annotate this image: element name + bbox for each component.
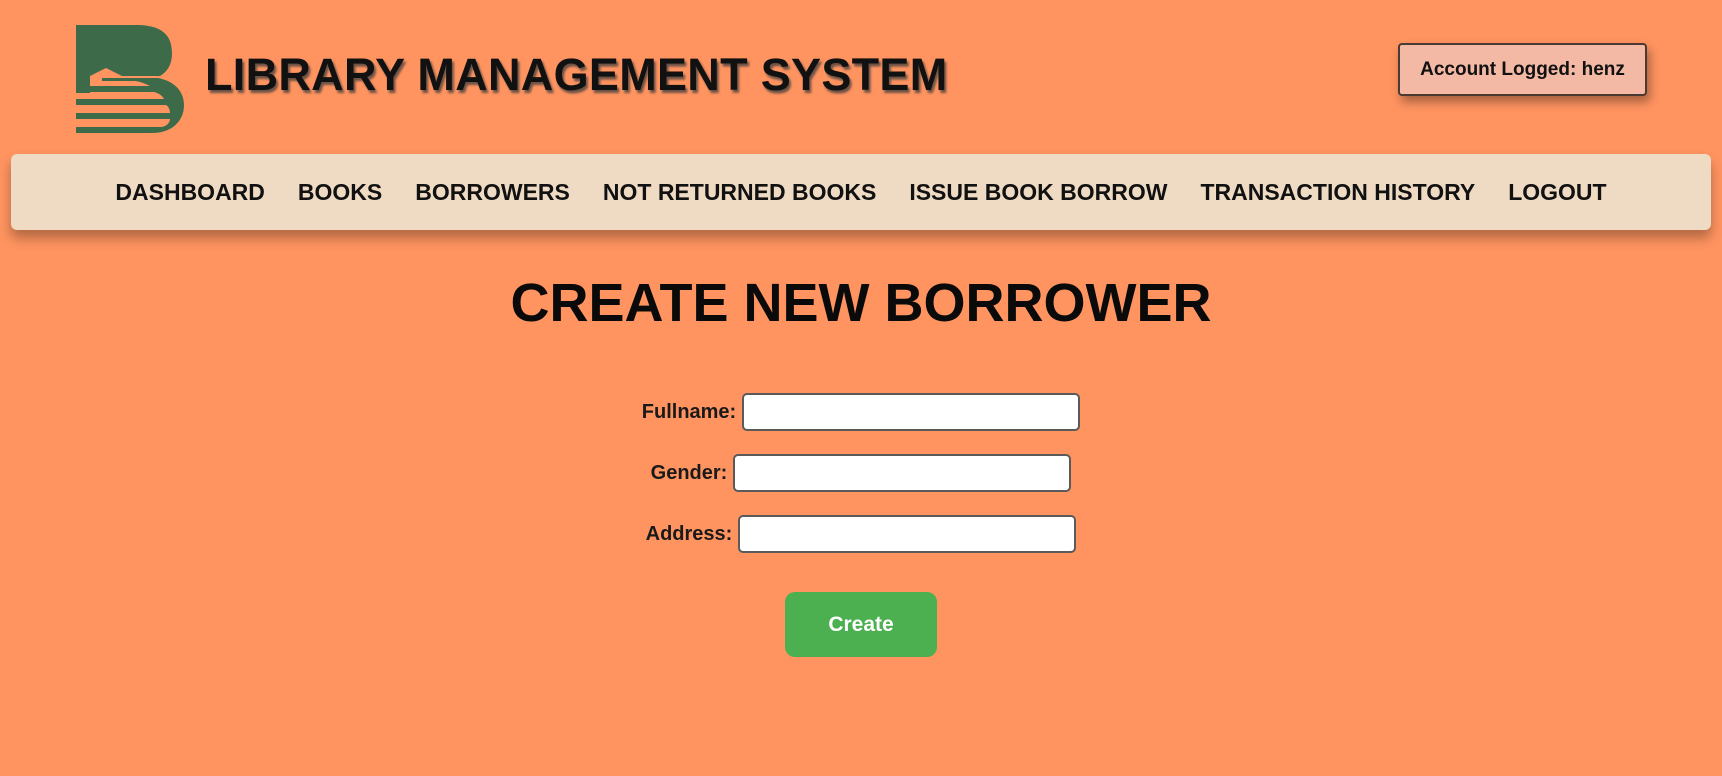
nav-link-logout[interactable]: LOGOUT: [1508, 179, 1606, 206]
nav-link-borrowers[interactable]: BORROWERS: [415, 179, 570, 206]
gender-label: Gender:: [650, 461, 728, 484]
main-navbar: DASHBOARD BOOKS BORROWERS NOT RETURNED B…: [11, 154, 1711, 230]
fullname-label: Fullname:: [641, 400, 737, 423]
fullname-row: Fullname:: [0, 392, 1722, 432]
nav-link-not-returned-books[interactable]: NOT RETURNED BOOKS: [603, 179, 876, 206]
fullname-input[interactable]: [742, 393, 1081, 431]
account-logged-badge: Account Logged: henz: [1398, 43, 1647, 96]
nav-link-issue-book-borrow[interactable]: ISSUE BOOK BORROW: [909, 179, 1167, 206]
address-input[interactable]: [738, 515, 1077, 553]
create-button[interactable]: Create: [785, 592, 937, 657]
nav-link-transaction-history[interactable]: TRANSACTION HISTORY: [1200, 179, 1475, 206]
app-title: LIBRARY MANAGEMENT SYSTEM: [205, 49, 948, 100]
address-label: Address:: [645, 522, 733, 545]
address-row: Address:: [0, 514, 1722, 554]
book-stack-logo-icon: [76, 25, 184, 133]
nav-link-books[interactable]: BOOKS: [298, 179, 382, 206]
gender-input[interactable]: [733, 454, 1072, 492]
page-title: CREATE NEW BORROWER: [510, 273, 1212, 333]
nav-link-dashboard[interactable]: DASHBOARD: [115, 179, 265, 206]
gender-row: Gender:: [0, 453, 1722, 493]
